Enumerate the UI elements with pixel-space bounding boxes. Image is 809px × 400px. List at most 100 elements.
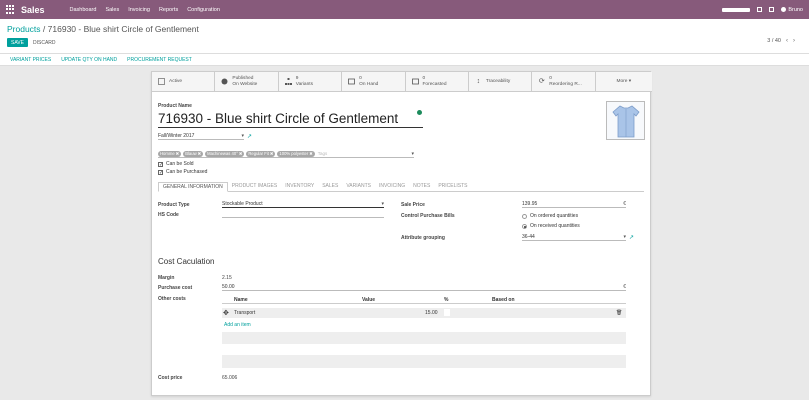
tab-sales[interactable]: SALES: [318, 182, 342, 192]
cost-calculation-title: Cost Caculation: [158, 257, 215, 266]
tab-general-information[interactable]: GENERAL INFORMATION: [158, 182, 228, 192]
tag-chip: Regular Fit✖: [246, 150, 276, 157]
cell-percent[interactable]: [444, 309, 450, 316]
pager-next-icon[interactable]: ›: [793, 38, 795, 44]
discard-button[interactable]: DISCARD: [33, 38, 56, 47]
can-be-sold-checkbox[interactable]: ✓ Can be Sold: [158, 161, 194, 167]
col-value[interactable]: Value: [362, 297, 375, 303]
forecasted-label: Forecasted: [422, 81, 447, 87]
cost-price-label: Cost price: [158, 375, 183, 381]
messaging-icon[interactable]: [757, 7, 763, 12]
chevron-down-icon: ▾: [241, 133, 244, 139]
sale-price-input[interactable]: 139.95 €: [522, 201, 626, 208]
menu-dashboard[interactable]: Dashboard: [70, 7, 97, 13]
hs-code-label: HS Code: [158, 212, 179, 218]
website-button[interactable]: Published On Website: [215, 72, 279, 91]
app-title: Sales: [21, 4, 45, 15]
on-hand-button[interactable]: 0 On Hand: [342, 72, 406, 91]
attribute-grouping-value: 36-44: [522, 234, 535, 240]
tag-remove-icon[interactable]: ✖: [198, 151, 202, 156]
table-row-empty: [222, 332, 626, 344]
col-based-on[interactable]: Based on: [492, 297, 515, 303]
radio-received-quantities[interactable]: On received quantities: [522, 223, 580, 229]
tab-product-images[interactable]: PRODUCT IMAGES: [228, 182, 281, 192]
radio-ordered-quantities[interactable]: On ordered quantities: [522, 213, 578, 219]
tag-label: Machinewas 40°: [207, 150, 238, 156]
save-button[interactable]: SAVE: [7, 38, 28, 47]
external-link-icon[interactable]: ↗: [629, 234, 634, 241]
traceability-button[interactable]: ↕ Traceability: [468, 72, 533, 91]
arrows-vertical-icon: ↕: [476, 78, 481, 85]
pager-value[interactable]: 3 / 40: [767, 38, 781, 44]
variants-button[interactable]: 9 Variants: [278, 72, 343, 91]
user-name: Bruno: [788, 6, 803, 13]
drag-handle-icon[interactable]: ✥: [223, 309, 229, 317]
activity-icon[interactable]: [769, 7, 775, 12]
tags-field[interactable]: Homme✖ Blauw✖ Machinewas 40°✖ Regular Fi…: [158, 150, 414, 158]
apps-menu-icon[interactable]: [6, 5, 15, 14]
tag-chip: 100% polyester✖: [277, 150, 315, 157]
progress-widget[interactable]: [722, 7, 751, 12]
tag-remove-icon[interactable]: ✖: [239, 151, 243, 156]
currency-icon: €: [623, 201, 626, 207]
margin-value: 2.15: [222, 275, 232, 281]
variant-prices-button[interactable]: VARIANT PRICES: [10, 57, 51, 63]
tag-chip: Homme✖: [158, 150, 182, 157]
menu-invoicing[interactable]: Invoicing: [128, 7, 150, 13]
tag-remove-icon[interactable]: ✖: [309, 151, 313, 156]
can-be-purchased-checkbox[interactable]: ✓ Can be Purchased: [158, 169, 207, 175]
control-bills-label: Control Purchase Bills: [401, 213, 455, 219]
menu-sales[interactable]: Sales: [105, 7, 119, 13]
product-name-input[interactable]: 716930 - Blue shirt Circle of Gentlement: [158, 111, 423, 128]
shirt-icon: [611, 105, 640, 137]
product-type-label: Product Type: [158, 202, 190, 208]
season-select[interactable]: Fall/Winter 2017 ▾: [158, 133, 244, 140]
sale-price-value: 139.95: [522, 201, 538, 207]
translate-globe-icon[interactable]: [417, 110, 422, 115]
tab-invoicing[interactable]: INVOICING: [375, 182, 409, 192]
add-item-link[interactable]: Add an item: [224, 322, 251, 328]
website-label: On Website: [232, 81, 258, 87]
table-row[interactable]: ✥ Transport 15.00 🗑: [222, 308, 626, 318]
product-type-value: Stockable Product: [222, 201, 263, 207]
col-percent[interactable]: %: [444, 297, 448, 303]
more-button[interactable]: More ▾: [595, 72, 652, 91]
procurement-request-button[interactable]: PROCUREMENT REQUEST: [127, 57, 192, 63]
menu-configuration[interactable]: Configuration: [187, 7, 220, 13]
hs-code-input[interactable]: [222, 211, 384, 218]
radio-received-label: On received quantities: [530, 223, 580, 229]
breadcrumb-products-link[interactable]: Products: [7, 24, 41, 34]
tag-remove-icon[interactable]: ✖: [270, 151, 274, 156]
reordering-button[interactable]: ⟳ 0 Reordering R...: [532, 72, 596, 91]
cost-price-value: 65.006: [222, 375, 238, 381]
tag-chip: Machinewas 40°✖: [205, 150, 245, 157]
active-button[interactable]: Active: [152, 72, 216, 91]
product-type-select[interactable]: Stockable Product ▾: [222, 201, 384, 208]
tag-chip: Blauw✖: [183, 150, 204, 157]
margin-label: Margin: [158, 275, 175, 281]
attribute-grouping-label: Attribute grouping: [401, 235, 445, 241]
trash-icon[interactable]: 🗑: [616, 310, 622, 316]
tag-remove-icon[interactable]: ✖: [176, 151, 180, 156]
tab-variants[interactable]: VARIANTS: [342, 182, 375, 192]
tags-placeholder: Tags: [317, 151, 328, 156]
pager-prev-icon[interactable]: ‹: [786, 38, 788, 44]
tab-pricelists[interactable]: PRICELISTS: [434, 182, 471, 192]
active-label: Active: [169, 78, 183, 84]
tab-inventory[interactable]: INVENTORY: [281, 182, 318, 192]
tab-notes[interactable]: NOTES: [409, 182, 434, 192]
chevron-down-icon: ▾: [381, 201, 384, 207]
can-be-sold-label: Can be Sold: [166, 161, 194, 167]
user-menu[interactable]: Bruno: [781, 7, 803, 13]
product-name-label: Product Name: [158, 103, 192, 109]
purchase-cost-input[interactable]: 50.00 €: [222, 284, 626, 291]
tag-label: Regular Fit: [248, 150, 269, 156]
forecasted-button[interactable]: 0 Forecasted: [405, 72, 469, 91]
product-image[interactable]: [606, 101, 645, 140]
menu-reports[interactable]: Reports: [159, 7, 178, 13]
attribute-grouping-select[interactable]: 36-44 ▾: [522, 234, 626, 241]
col-name[interactable]: Name: [234, 297, 248, 303]
external-link-icon[interactable]: ↗: [247, 133, 252, 140]
control-panel: Products / 716930 - Blue shirt Circle of…: [0, 19, 809, 54]
update-qty-button[interactable]: UPDATE QTY ON HAND: [61, 57, 117, 63]
